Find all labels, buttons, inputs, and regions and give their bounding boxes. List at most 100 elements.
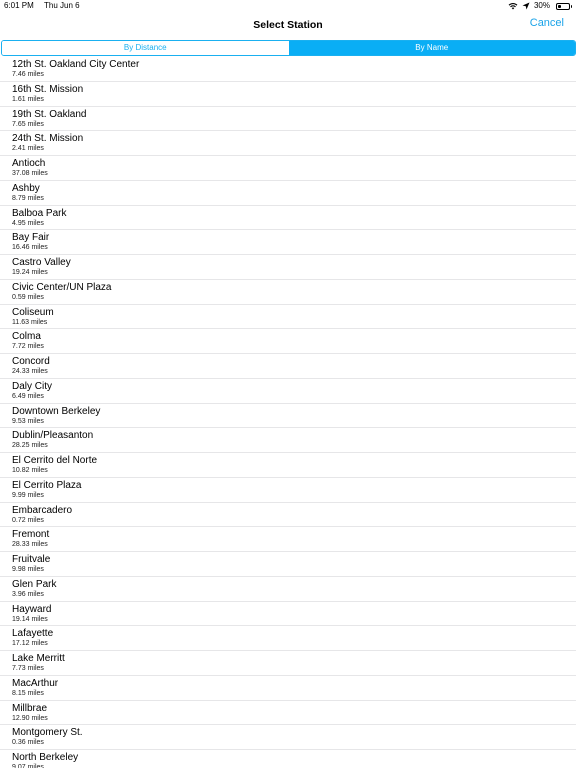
- wifi-icon: [508, 3, 518, 10]
- station-name: Concord: [12, 356, 50, 367]
- station-row[interactable]: Coliseum 11.63 miles: [0, 305, 576, 330]
- status-time: 6:01 PM: [4, 1, 34, 10]
- segment-by-name[interactable]: By Name: [288, 41, 575, 55]
- station-distance: 12.90 miles: [12, 714, 48, 722]
- station-list[interactable]: 12th St. Oakland City Center 7.46 miles 16…: [0, 57, 576, 768]
- station-name: Castro Valley: [12, 257, 71, 268]
- station-distance: 28.25 miles: [12, 442, 48, 450]
- station-name: Millbrae: [12, 702, 48, 714]
- station-row[interactable]: Castro Valley 19.24 miles: [0, 255, 576, 280]
- station-distance: 3.96 miles: [12, 590, 44, 598]
- station-name: Dublin/Pleasanton: [12, 430, 94, 442]
- station-row[interactable]: 19th St. Oakland 7.65 miles: [0, 107, 576, 132]
- station-distance: 24.33 miles: [12, 368, 48, 375]
- station-row[interactable]: Glen Park 3.96 miles: [0, 577, 576, 602]
- station-name: Lafayette: [12, 628, 54, 640]
- status-right: 30%: [508, 0, 572, 12]
- station-distance: 7.73 miles: [12, 665, 44, 672]
- station-distance: 11.63 miles: [12, 318, 48, 326]
- station-row[interactable]: Lake Merritt 7.73 miles: [0, 651, 576, 676]
- station-row[interactable]: Antioch 37.08 miles: [0, 156, 576, 181]
- station-distance: 19.14 miles: [12, 615, 48, 623]
- status-bar: 6:01 PM Thu Jun 6 30%: [0, 0, 576, 12]
- station-row[interactable]: Hayward 19.14 miles: [0, 602, 576, 627]
- status-left: 6:01 PM Thu Jun 6: [4, 0, 80, 12]
- station-name: Glen Park: [12, 578, 57, 590]
- battery-icon: [556, 2, 572, 10]
- station-row[interactable]: Bay Fair 16.46 miles: [0, 230, 576, 255]
- station-name: Civic Center/UN Plaza: [12, 281, 112, 293]
- station-row[interactable]: El Cerrito Plaza 9.99 miles: [0, 478, 576, 503]
- station-row[interactable]: Dublin/Pleasanton 28.25 miles: [0, 428, 576, 453]
- station-row[interactable]: El Cerrito del Norte 10.82 miles: [0, 453, 576, 478]
- station-distance: 8.79 miles: [12, 194, 44, 202]
- station-distance: 16.46 miles: [12, 244, 48, 252]
- station-name: North Berkeley: [12, 752, 79, 763]
- cancel-button[interactable]: Cancel: [530, 17, 564, 29]
- station-distance: 9.99 miles: [12, 491, 44, 499]
- battery-fill: [558, 4, 561, 8]
- station-row[interactable]: 12th St. Oakland City Center 7.46 miles: [0, 57, 576, 82]
- station-row[interactable]: Embarcadero 0.72 miles: [0, 503, 576, 528]
- sort-segmented-control: By Distance By Name: [1, 40, 576, 56]
- status-date: Thu Jun 6: [44, 1, 80, 10]
- station-distance: 9.53 miles: [12, 417, 44, 425]
- station-distance: 37.08 miles: [12, 170, 48, 177]
- station-distance: 28.33 miles: [12, 541, 48, 549]
- station-name: 24th St. Mission: [12, 133, 84, 145]
- station-row[interactable]: Balboa Park 4.95 miles: [0, 206, 576, 231]
- station-distance: 0.36 miles: [12, 739, 44, 747]
- station-distance: 0.59 miles: [12, 293, 44, 301]
- station-name: Fruitvale: [12, 554, 51, 565]
- station-row[interactable]: North Berkeley 9.07 miles: [0, 750, 576, 768]
- station-row[interactable]: Lafayette 17.12 miles: [0, 626, 576, 651]
- station-name: Hayward: [12, 603, 52, 615]
- station-distance: 8.15 miles: [12, 689, 44, 697]
- station-name: 12th St. Oakland City Center: [12, 59, 140, 70]
- station-row[interactable]: 24th St. Mission 2.41 miles: [0, 131, 576, 156]
- station-distance: 7.72 miles: [12, 343, 44, 351]
- station-distance: 7.46 miles: [12, 71, 44, 78]
- station-distance: 17.12 miles: [12, 640, 48, 648]
- station-name: Daly City: [12, 380, 53, 392]
- station-row[interactable]: Fruitvale 9.98 miles: [0, 552, 576, 577]
- station-distance: 10.82 miles: [12, 467, 48, 474]
- station-name: El Cerrito del Norte: [12, 455, 98, 466]
- station-distance: 9.98 miles: [12, 566, 44, 573]
- station-name: Lake Merritt: [12, 653, 65, 664]
- station-name: Embarcadero: [12, 504, 73, 516]
- station-row[interactable]: Fremont 28.33 miles: [0, 527, 576, 552]
- segment-by-distance[interactable]: By Distance: [2, 41, 289, 55]
- station-name: 16th St. Mission: [12, 83, 84, 95]
- location-arrow-icon: [522, 2, 530, 10]
- station-row[interactable]: 16th St. Mission 1.61 miles: [0, 82, 576, 107]
- station-row[interactable]: Civic Center/UN Plaza 0.59 miles: [0, 280, 576, 305]
- station-row[interactable]: Concord 24.33 miles: [0, 354, 576, 379]
- station-name: Antioch: [12, 158, 46, 169]
- station-name: Balboa Park: [12, 207, 67, 219]
- station-row[interactable]: Downtown Berkeley 9.53 miles: [0, 404, 576, 429]
- station-row[interactable]: Millbrae 12.90 miles: [0, 701, 576, 726]
- station-name: MacArthur: [12, 677, 59, 689]
- station-name: Downtown Berkeley: [12, 405, 101, 417]
- station-name: Ashby: [12, 182, 40, 194]
- station-row[interactable]: Montgomery St. 0.36 miles: [0, 725, 576, 750]
- station-name: El Cerrito Plaza: [12, 479, 82, 491]
- station-name: Fremont: [12, 529, 50, 541]
- station-row[interactable]: Colma 7.72 miles: [0, 329, 576, 354]
- station-row[interactable]: Daly City 6.49 miles: [0, 379, 576, 404]
- station-name: Bay Fair: [12, 232, 50, 244]
- station-name: 19th St. Oakland: [12, 108, 87, 120]
- station-distance: 1.61 miles: [12, 95, 44, 103]
- station-distance: 2.41 miles: [12, 145, 44, 153]
- navigation-bar: Select Station Cancel: [0, 12, 576, 40]
- station-row[interactable]: MacArthur 8.15 miles: [0, 676, 576, 701]
- station-distance: 0.72 miles: [12, 516, 44, 524]
- station-distance: 4.95 miles: [12, 219, 44, 227]
- battery-percent: 30%: [533, 1, 550, 10]
- station-distance: 7.65 miles: [12, 120, 44, 128]
- station-distance: 6.49 miles: [12, 392, 44, 400]
- station-row[interactable]: Ashby 8.79 miles: [0, 181, 576, 206]
- station-name: Colma: [12, 331, 41, 343]
- station-distance: 9.07 miles: [12, 764, 44, 768]
